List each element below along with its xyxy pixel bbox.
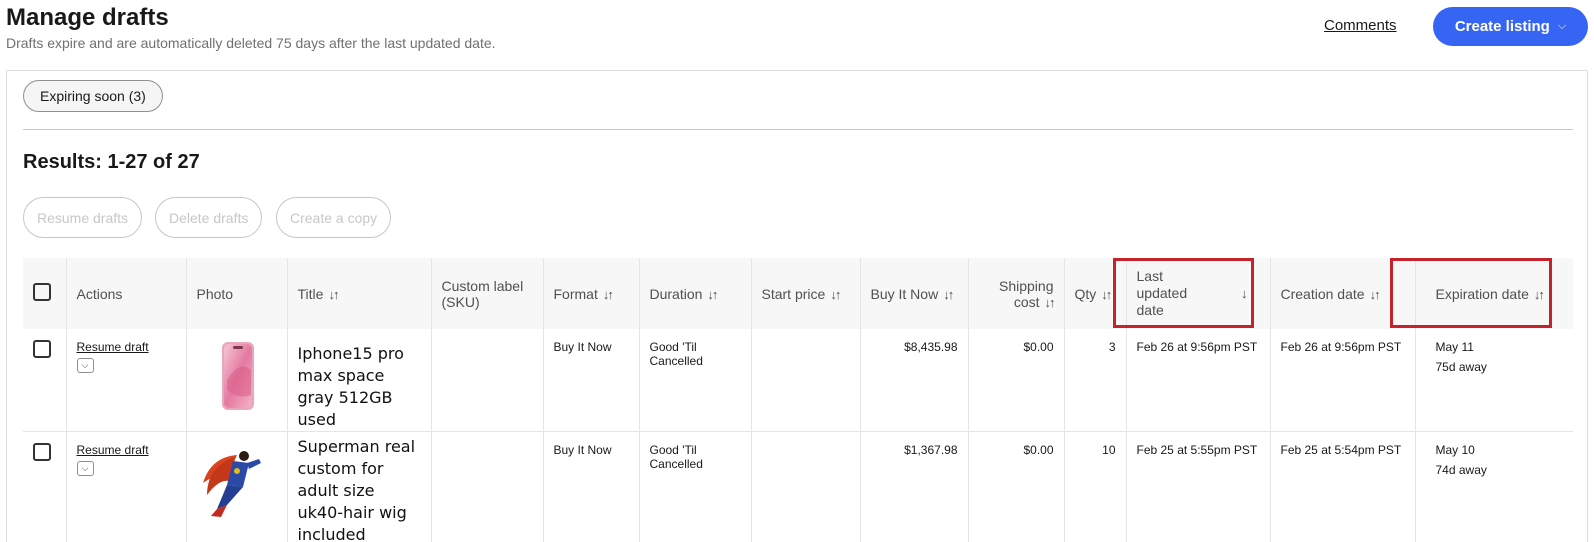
column-creation-label: Creation date — [1280, 285, 1365, 302]
shipping-cell: $0.00 — [968, 431, 1065, 542]
duration-cell: Good 'Til Cancelled — [639, 329, 752, 432]
column-buy-it-now[interactable]: Buy It Now ↓↑ — [860, 258, 969, 329]
create-listing-label: Create listing — [1454, 18, 1550, 35]
qty-cell: 10 — [1064, 431, 1127, 542]
sort-icon: ↓↑ — [830, 286, 841, 302]
column-title[interactable]: Title ↓↑ — [287, 258, 432, 329]
divider — [23, 129, 1573, 130]
expiration-date: May 11 — [1435, 340, 1474, 354]
chevron-down-icon: ⌵ — [1557, 20, 1567, 32]
column-last-updated[interactable]: Last updated date ↓ — [1126, 258, 1271, 329]
column-title-label: Title — [297, 285, 324, 302]
sort-icon: ↓↑ — [1369, 286, 1381, 302]
format-cell: Buy It Now — [543, 329, 640, 432]
photo-cell — [186, 431, 288, 542]
column-actions: Actions — [66, 258, 187, 329]
sort-icon: ↓↑ — [943, 286, 954, 302]
qty-cell: 3 — [1064, 329, 1127, 432]
expiration-countdown: 74d away — [1435, 463, 1487, 477]
format-cell: Buy It Now — [543, 431, 640, 542]
title-cell: Superman real custom for adult size uk40… — [287, 431, 432, 542]
start-price-cell — [751, 431, 861, 542]
drafts-table: Actions Photo Title ↓↑ Custom label (SKU)… — [23, 258, 1573, 542]
sort-icon: ↓↑ — [602, 286, 614, 302]
column-qty-label: Qty — [1074, 285, 1097, 302]
column-start-price-label: Start price — [761, 285, 826, 302]
select-all-cell — [23, 258, 67, 329]
resume-draft-link[interactable]: Resume draft — [77, 443, 176, 457]
column-format-label: Format — [553, 285, 598, 302]
expiring-soon-filter-chip[interactable]: Expiring soon (3) — [23, 80, 163, 112]
column-creation[interactable]: Creation date ↓↑ — [1270, 258, 1416, 329]
actions-cell: Resume draft ⌵ — [66, 431, 187, 542]
create-listing-button[interactable]: Create listing ⌵ — [1433, 7, 1588, 46]
row-checkbox[interactable] — [33, 340, 51, 358]
page-subtitle: Drafts expire and are automatically dele… — [6, 35, 496, 51]
last-updated-cell: Feb 25 at 5:55pm PST — [1126, 431, 1271, 542]
column-photo: Photo — [186, 258, 288, 329]
resume-drafts-button[interactable]: Resume drafts — [23, 197, 143, 238]
sort-icon: ↓↑ — [328, 286, 339, 302]
sort-icon: ↓↑ — [1101, 286, 1112, 302]
shipping-cell: $0.00 — [968, 329, 1065, 432]
column-duration-label: Duration — [649, 285, 703, 302]
chevron-down-icon[interactable]: ⌵ — [76, 461, 94, 476]
column-buy-it-now-label: Buy It Now — [870, 285, 939, 302]
sort-icon: ↓↑ — [707, 286, 718, 302]
delete-drafts-button[interactable]: Delete drafts — [155, 197, 263, 238]
phone-photo[interactable] — [219, 340, 259, 412]
resume-draft-link[interactable]: Resume draft — [77, 340, 176, 354]
table-row: Resume draft ⌵ Iphone15 pro max space gr… — [23, 329, 1573, 432]
expiration-date: May 10 — [1435, 443, 1475, 457]
column-sku: Custom label (SKU) — [431, 258, 544, 329]
chevron-down-icon[interactable]: ⌵ — [76, 358, 94, 373]
listing-title[interactable]: Iphone15 pro max space gray 512GB used — [298, 343, 421, 431]
column-qty[interactable]: Qty ↓↑ — [1064, 258, 1127, 329]
sku-cell — [431, 431, 544, 542]
photo-cell — [186, 329, 288, 432]
column-expiration[interactable]: Expiration date ↓↑ — [1415, 258, 1573, 329]
duration-cell: Good 'Til Cancelled — [639, 431, 752, 542]
column-shipping[interactable]: Shipping cost ↓↑ — [968, 258, 1065, 329]
buy-it-now-cell: $1,367.98 — [860, 431, 969, 542]
expiration-countdown: 75d away — [1435, 360, 1487, 374]
buy-it-now-cell: $8,435.98 — [860, 329, 969, 432]
table-header-row: Actions Photo Title ↓↑ Custom label (SKU)… — [23, 258, 1573, 329]
row-select-cell — [23, 329, 67, 432]
listing-title[interactable]: Superman real custom for adult size uk40… — [298, 436, 421, 542]
row-checkbox[interactable] — [33, 443, 51, 461]
start-price-cell — [751, 329, 861, 432]
expiration-cell: May 11 75d away — [1415, 329, 1573, 432]
column-duration[interactable]: Duration ↓↑ — [639, 258, 752, 329]
superhero-costume-photo[interactable] — [197, 443, 273, 519]
column-format[interactable]: Format ↓↑ — [543, 258, 640, 329]
sort-icon: ↓↑ — [1044, 294, 1056, 310]
comments-link[interactable]: Comments — [1324, 17, 1397, 34]
create-copy-button[interactable]: Create a copy — [276, 197, 392, 238]
column-start-price[interactable]: Start price ↓↑ — [751, 258, 861, 329]
creation-cell: Feb 25 at 5:54pm PST — [1270, 431, 1416, 542]
title-cell: Iphone15 pro max space gray 512GB used — [287, 329, 432, 432]
sku-cell — [431, 329, 544, 432]
actions-cell: Resume draft ⌵ — [66, 329, 187, 432]
sort-icon: ↓↑ — [1533, 286, 1545, 302]
row-select-cell — [23, 431, 67, 542]
select-all-checkbox[interactable] — [33, 283, 51, 301]
column-expiration-label: Expiration date — [1435, 285, 1529, 302]
table-row: Resume draft ⌵ Superman real custom for … — [23, 431, 1573, 542]
last-updated-cell: Feb 26 at 9:56pm PST — [1126, 329, 1271, 432]
column-last-updated-label: Last updated date — [1136, 268, 1188, 318]
sort-descending-icon: ↓ — [1241, 286, 1247, 301]
page-title: Manage drafts — [6, 4, 169, 31]
expiration-cell: May 10 74d away — [1415, 432, 1573, 542]
results-count: Results: 1-27 of 27 — [23, 151, 200, 173]
creation-cell: Feb 26 at 9:56pm PST — [1270, 329, 1416, 432]
